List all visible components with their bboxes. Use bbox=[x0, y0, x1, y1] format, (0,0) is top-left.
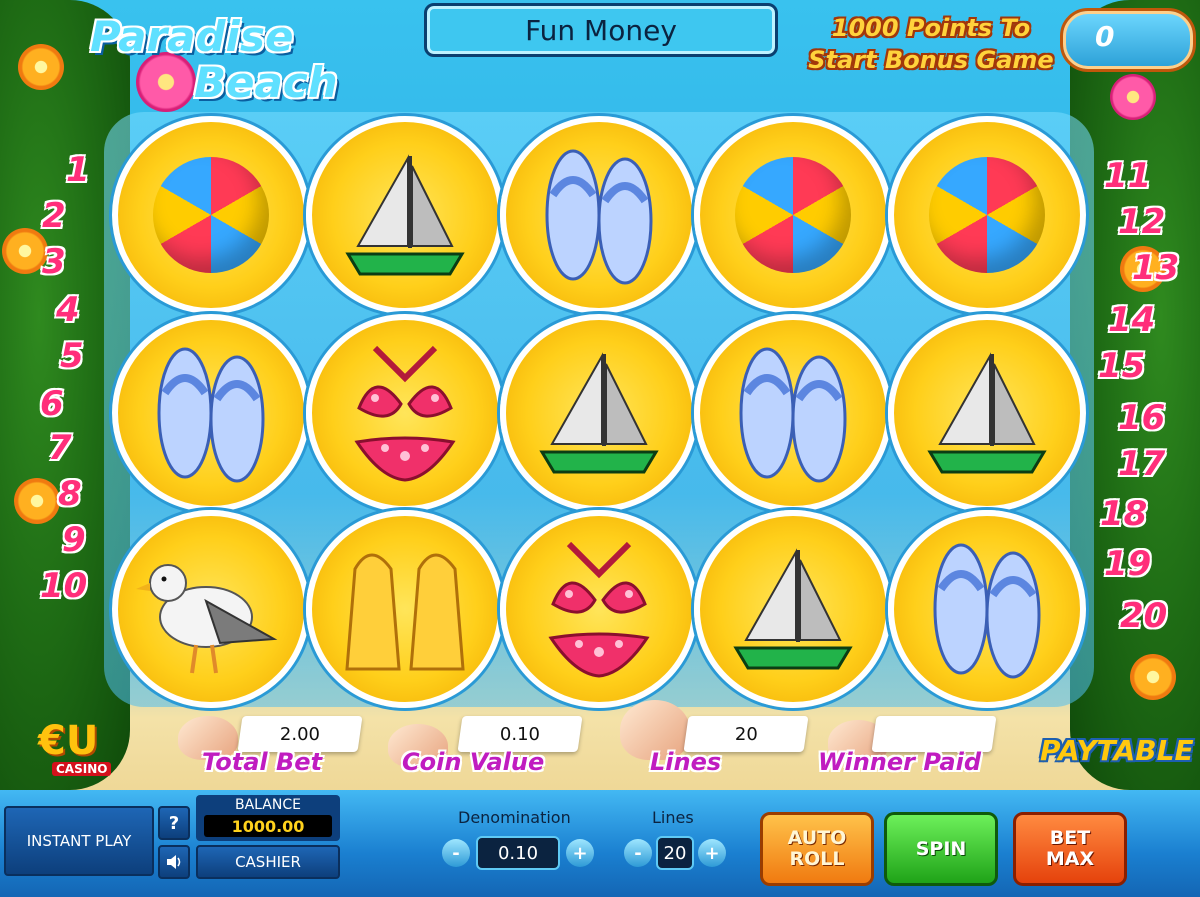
hibiscus-flower-icon bbox=[136, 52, 196, 112]
flip-flops-icon bbox=[739, 347, 847, 483]
help-button[interactable]: ? bbox=[158, 806, 190, 840]
payline-number: 1 bbox=[66, 150, 90, 190]
bonus-value: 0 bbox=[1095, 20, 1115, 53]
reel-cell bbox=[500, 314, 698, 512]
reel-cell bbox=[888, 314, 1086, 512]
reel-cell bbox=[306, 510, 504, 708]
payline-number: 6 bbox=[40, 384, 64, 424]
sailboat-icon bbox=[927, 352, 1047, 474]
denomination-value: 0.10 bbox=[476, 836, 560, 870]
bikini-icon bbox=[548, 541, 650, 678]
payline-number: 13 bbox=[1132, 248, 1180, 288]
lines-control-label: Lines bbox=[652, 808, 694, 827]
sound-button[interactable] bbox=[158, 845, 190, 879]
payline-number: 10 bbox=[40, 566, 88, 606]
payline-number: 20 bbox=[1120, 596, 1168, 636]
reel-cell bbox=[112, 116, 310, 314]
lines-value: 20 bbox=[734, 723, 758, 745]
hibiscus-flower-icon bbox=[14, 478, 60, 524]
reel-cell bbox=[112, 510, 310, 708]
casino-logo-sub: CASINO bbox=[52, 762, 112, 776]
payline-number: 5 bbox=[60, 336, 84, 376]
beach-ball-icon bbox=[929, 157, 1045, 273]
game-logo: Paradise Beach bbox=[84, 12, 364, 112]
balance-display: BALANCE 1000.00 bbox=[196, 795, 340, 841]
flip-flops-icon bbox=[157, 347, 265, 483]
total-bet-box: 2.00 bbox=[237, 716, 363, 752]
payline-number: 2 bbox=[42, 196, 66, 236]
instant-play-button[interactable]: INSTANT PLAY bbox=[4, 806, 154, 876]
balance-label: BALANCE bbox=[235, 797, 301, 813]
reel-cell bbox=[694, 116, 892, 314]
sailboat-icon bbox=[539, 352, 659, 474]
reel-cell bbox=[500, 510, 698, 708]
bonus-bottle-icon bbox=[1060, 8, 1196, 72]
payline-number: 9 bbox=[62, 520, 86, 560]
coin-value-value: 0.10 bbox=[499, 723, 541, 745]
bikini-icon bbox=[354, 345, 456, 482]
payline-number: 18 bbox=[1100, 494, 1148, 534]
total-bet-label: Total Bet bbox=[202, 748, 323, 776]
payline-number: 4 bbox=[56, 290, 80, 330]
mode-text: Fun Money bbox=[525, 13, 677, 47]
flippers-icon bbox=[345, 553, 465, 671]
reel-cell bbox=[694, 510, 892, 708]
payline-number: 17 bbox=[1118, 444, 1166, 484]
sailboat-icon bbox=[733, 548, 853, 670]
payline-number: 12 bbox=[1118, 202, 1166, 242]
flip-flops-icon bbox=[933, 543, 1041, 679]
paytable-button[interactable]: PAYTABLE bbox=[1040, 734, 1194, 767]
payline-number: 8 bbox=[58, 474, 82, 514]
hibiscus-flower-icon bbox=[18, 44, 64, 90]
denomination-minus-button[interactable]: - bbox=[442, 839, 470, 867]
denomination-stepper: - 0.10 + bbox=[442, 834, 594, 872]
coin-value-label: Coin Value bbox=[402, 748, 545, 776]
auto-roll-button[interactable]: AUTO ROLL bbox=[760, 812, 874, 886]
reel-cell bbox=[306, 116, 504, 314]
lines-minus-button[interactable]: - bbox=[624, 839, 652, 867]
seagull-icon bbox=[136, 564, 278, 674]
payline-number: 7 bbox=[48, 428, 72, 468]
beach-ball-icon bbox=[735, 157, 851, 273]
logo-line-2: Beach bbox=[194, 58, 338, 107]
reel-cell bbox=[888, 510, 1086, 708]
winner-paid-box bbox=[871, 716, 997, 752]
lines-label: Lines bbox=[650, 748, 722, 776]
mode-banner: Fun Money bbox=[424, 3, 778, 57]
coin-value-box: 0.10 bbox=[457, 716, 583, 752]
reel-cell bbox=[500, 116, 698, 314]
casino-logo-main: €U bbox=[38, 718, 99, 764]
flip-flops-icon bbox=[545, 149, 653, 285]
beach-ball-icon bbox=[153, 157, 269, 273]
hibiscus-flower-icon bbox=[1130, 654, 1176, 700]
payline-number: 15 bbox=[1098, 346, 1146, 386]
lines-control-value: 20 bbox=[656, 836, 694, 870]
reel-cell bbox=[112, 314, 310, 512]
payline-number: 3 bbox=[42, 242, 66, 282]
bonus-text: 1000 Points To Start Bonus Game bbox=[808, 14, 1054, 74]
payline-number: 19 bbox=[1104, 544, 1152, 584]
reel-cell bbox=[306, 314, 504, 512]
reel-cell bbox=[694, 314, 892, 512]
lines-box: 20 bbox=[683, 716, 809, 752]
total-bet-value: 2.00 bbox=[279, 723, 321, 745]
payline-number: 14 bbox=[1108, 300, 1156, 340]
lines-stepper: - 20 + bbox=[624, 834, 726, 872]
payline-number: 16 bbox=[1118, 398, 1166, 438]
lines-plus-button[interactable]: + bbox=[698, 839, 726, 867]
logo-line-1: Paradise bbox=[90, 12, 294, 61]
payline-number: 11 bbox=[1104, 156, 1152, 196]
balance-value: 1000.00 bbox=[204, 815, 332, 837]
sailboat-icon bbox=[345, 154, 465, 276]
winner-paid-label: Winner Paid bbox=[818, 748, 981, 776]
bet-max-button[interactable]: BET MAX bbox=[1013, 812, 1127, 886]
denomination-plus-button[interactable]: + bbox=[566, 839, 594, 867]
reel-cell bbox=[888, 116, 1086, 314]
denomination-label: Denomination bbox=[458, 808, 571, 827]
cashier-button[interactable]: CASHIER bbox=[196, 845, 340, 879]
spin-button[interactable]: SPIN bbox=[884, 812, 998, 886]
speaker-icon bbox=[167, 855, 181, 869]
casino-logo: €U CASINO bbox=[30, 718, 120, 782]
